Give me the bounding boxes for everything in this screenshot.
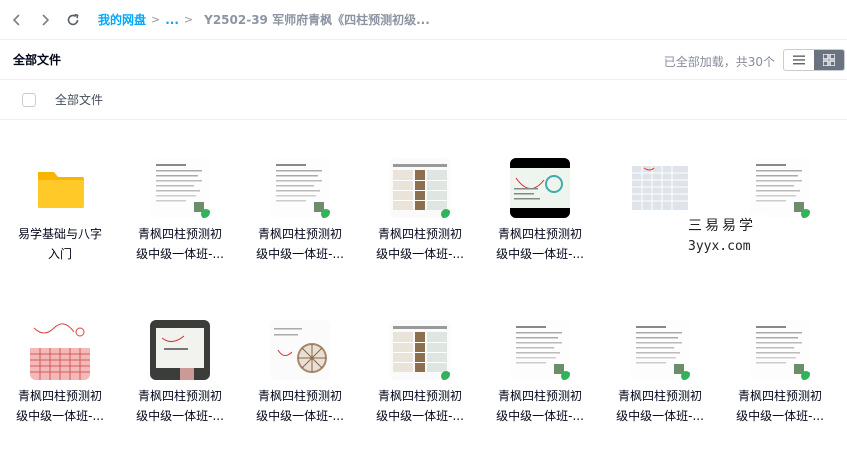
back-button[interactable] <box>6 9 28 31</box>
page-title: 全部文件 <box>13 53 62 67</box>
file-name: 青枫四柱预测初 级中级一体班-... <box>240 224 360 264</box>
file-thumbnail <box>750 158 810 218</box>
breadcrumb-current: Y2502-39 军师府青枫《四柱预测初级... <box>204 13 430 27</box>
file-name-line-2: 级中级一体班-... <box>136 247 224 261</box>
file-name: 青枫四柱预测初 级中级一体班-... <box>360 224 480 264</box>
file-item[interactable]: 青枫四柱预测初 级中级一体班-... <box>720 282 840 432</box>
file-name-line-2: 级中级一体班-... <box>736 409 824 423</box>
file-thumbnail <box>390 158 450 218</box>
breadcrumb-separator: > <box>151 13 161 26</box>
file-item[interactable]: 青枫四柱预测初 级中级一体班-... <box>480 282 600 432</box>
file-name: 青枫四柱预测初 级中级一体班-... <box>720 386 840 426</box>
folder-item[interactable]: 易学基础与八字 入门 <box>0 120 120 270</box>
file-thumbnail <box>630 158 690 218</box>
breadcrumb: 我的网盘 > ... > Y2502-39 军师府青枫《四柱预测初级... <box>98 11 430 28</box>
file-item[interactable]: 青枫四柱预测初 级中级一体班-... <box>0 282 120 432</box>
forward-button[interactable] <box>34 9 56 31</box>
refresh-icon <box>67 13 79 25</box>
file-item[interactable]: 青枫四柱预测初 级中级一体班-... <box>480 120 600 270</box>
file-name-line-1: 青枫四柱预测初 <box>497 389 582 403</box>
select-all-checkbox[interactable] <box>22 92 36 107</box>
file-name-line-1: 青枫四柱预测初 <box>737 389 822 403</box>
file-name-line-1: 青枫四柱预测初 <box>377 389 462 403</box>
top-navigation-bar: 我的网盘 > ... > Y2502-39 军师府青枫《四柱预测初级... <box>0 0 847 40</box>
file-name: 易学基础与八字 入门 <box>0 224 120 264</box>
file-name-line-2: 级中级一体班-... <box>496 409 584 423</box>
watermark-line-1: 三易易学 <box>688 218 756 234</box>
file-name-line-1: 青枫四柱预测初 <box>257 389 342 403</box>
file-thumbnail <box>750 320 810 380</box>
file-toolbar: 全部文件 已全部加载，共30个 <box>0 40 847 80</box>
file-item[interactable]: 青枫四柱预测初 级中级一体班-... <box>240 282 360 432</box>
breadcrumb-more[interactable]: ... <box>165 13 179 27</box>
list-header: 全部文件 <box>0 80 847 120</box>
file-name-line-2: 入门 <box>47 247 72 261</box>
file-name-line-1: 青枫四柱预测初 <box>257 227 342 241</box>
view-toggle <box>783 49 845 71</box>
file-thumbnail <box>510 320 570 380</box>
file-item[interactable]: 青枫四柱预测初 级中级一体班-... <box>240 120 360 270</box>
file-name-line-1: 青枫四柱预测初 <box>617 389 702 403</box>
folder-icon <box>30 158 90 218</box>
file-name-line-2: 级中级一体班-... <box>616 409 704 423</box>
chevron-left-icon <box>12 13 20 26</box>
file-thumbnail <box>150 320 210 380</box>
file-name-line-1: 青枫四柱预测初 <box>497 227 582 241</box>
file-thumbnail <box>270 320 330 380</box>
file-name-line-2: 级中级一体班-... <box>496 247 584 261</box>
file-name-line-2: 级中级一体班-... <box>256 247 344 261</box>
file-name-line-1: 易学基础与八字 <box>17 227 102 241</box>
grid-icon <box>823 54 835 66</box>
file-name-line-2: 级中级一体班-... <box>376 247 464 261</box>
list-header-label: 全部文件 <box>55 93 104 107</box>
file-name-line-2: 级中级一体班-... <box>16 409 104 423</box>
file-thumbnail <box>510 158 570 218</box>
file-name-line-1: 青枫四柱预测初 <box>137 389 222 403</box>
file-name: 青枫四柱预测初 级中级一体班-... <box>480 386 600 426</box>
list-icon <box>793 55 805 65</box>
file-thumbnail <box>630 320 690 380</box>
file-grid: 易学基础与八字 入门 青枫四柱预测初 级中级一体班-... 青枫四柱预测初 级中级一体班-… <box>0 120 847 467</box>
file-name-line-1: 青枫四柱预测初 <box>137 227 222 241</box>
file-thumbnail <box>150 158 210 218</box>
refresh-button[interactable] <box>62 9 84 31</box>
file-item[interactable]: 青枫四柱预测初 级中级一体班-... <box>120 120 240 270</box>
breadcrumb-separator: > <box>183 13 194 26</box>
file-item[interactable]: 青枫四柱预测初 级中级一体班-... <box>360 282 480 432</box>
file-name: 青枫四柱预测初 级中级一体班-... <box>480 224 600 264</box>
file-thumbnail <box>390 320 450 380</box>
watermark: 三易易学 3yyx.com <box>688 215 768 259</box>
file-name: 青枫四柱预测初 级中级一体班-... <box>120 386 240 426</box>
list-view-button[interactable] <box>784 50 814 70</box>
file-item[interactable]: 青枫四柱预测初 级中级一体班-... <box>120 282 240 432</box>
grid-view-button[interactable] <box>814 50 844 70</box>
file-name: 青枫四柱预测初 级中级一体班-... <box>0 386 120 426</box>
file-name-line-1: 青枫四柱预测初 <box>377 227 462 241</box>
watermark-line-2: 3yyx.com <box>688 239 751 254</box>
file-name-line-2: 级中级一体班-... <box>136 409 224 423</box>
file-name: 青枫四柱预测初 级中级一体班-... <box>120 224 240 264</box>
file-thumbnail <box>30 320 90 380</box>
file-name: 青枫四柱预测初 级中级一体班-... <box>600 386 720 426</box>
file-name-line-2: 级中级一体班-... <box>376 409 464 423</box>
file-name-line-1: 青枫四柱预测初 <box>17 389 102 403</box>
file-name-line-2: 级中级一体班-... <box>256 409 344 423</box>
file-name: 青枫四柱预测初 级中级一体班-... <box>240 386 360 426</box>
file-item[interactable]: 青枫四柱预测初 级中级一体班-... <box>360 120 480 270</box>
file-item[interactable]: 青枫四柱预测初 级中级一体班-... <box>600 282 720 432</box>
breadcrumb-root[interactable]: 我的网盘 <box>98 11 146 28</box>
file-thumbnail <box>270 158 330 218</box>
load-status: 已全部加载，共30个 <box>663 55 775 69</box>
chevron-right-icon <box>42 13 50 26</box>
file-name: 青枫四柱预测初 级中级一体班-... <box>360 386 480 426</box>
